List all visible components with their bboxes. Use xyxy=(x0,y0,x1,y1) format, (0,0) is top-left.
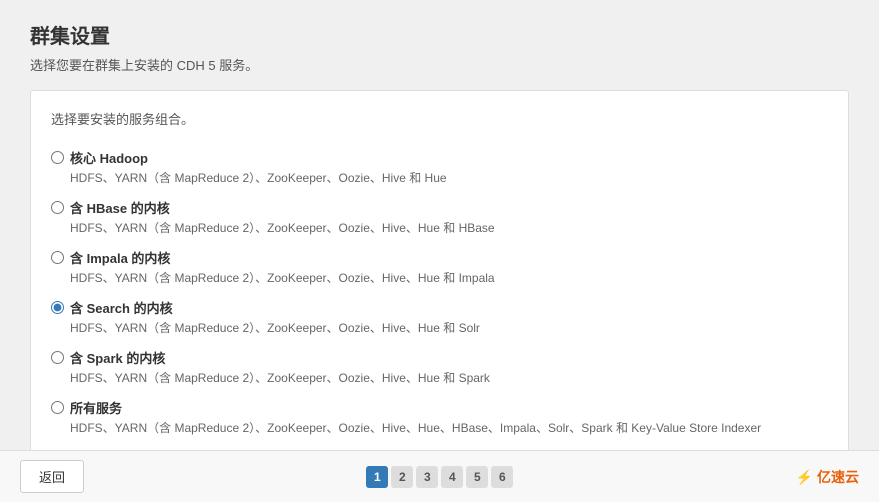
radio-item-all-services: 所有服务 HDFS、YARN（含 MapReduce 2）、ZooKeeper、O… xyxy=(51,392,828,442)
page-btn-3[interactable]: 3 xyxy=(416,466,438,488)
radio-item-spark-core: 含 Spark 的内核 HDFS、YARN（含 MapReduce 2）、ZooK… xyxy=(51,342,828,392)
radio-title-core-hadoop: 核心 Hadoop xyxy=(70,148,148,167)
radio-title-search-core: 含 Search 的内核 xyxy=(70,298,173,317)
radio-title-spark-core: 含 Spark 的内核 xyxy=(70,348,165,367)
radio-item-custom-services: 自定义服务选择您自己的服务。将自动包含所选服务需要的服务。只有在设置了初始群集之… xyxy=(51,442,828,450)
radio-desc-hbase-core: HDFS、YARN（含 MapReduce 2）、ZooKeeper、Oozie… xyxy=(70,219,828,236)
radio-desc-search-core: HDFS、YARN（含 MapReduce 2）、ZooKeeper、Oozie… xyxy=(70,319,828,336)
page-btn-2[interactable]: 2 xyxy=(391,466,413,488)
radio-item-hbase-core: 含 HBase 的内核 HDFS、YARN（含 MapReduce 2）、ZooK… xyxy=(51,192,828,242)
radio-label-row-hbase-core: 含 HBase 的内核 xyxy=(51,198,828,217)
page-subtitle: 选择您要在群集上安装的 CDH 5 服务。 xyxy=(30,55,849,74)
radio-label-row-impala-core: 含 Impala 的内核 xyxy=(51,248,828,267)
footer: 返回 123456 ⚡ 亿速云 xyxy=(0,450,879,502)
radio-label-row-all-services: 所有服务 xyxy=(51,398,828,417)
service-selection-card: 选择要安装的服务组合。 核心 Hadoop HDFS、YARN（含 MapRedu… xyxy=(30,90,849,450)
radio-item-search-core: 含 Search 的内核 HDFS、YARN（含 MapReduce 2）、Zoo… xyxy=(51,292,828,342)
radio-hbase-core[interactable] xyxy=(51,201,64,214)
lightning-icon: ⚡ xyxy=(796,469,813,485)
page-btn-5[interactable]: 5 xyxy=(466,466,488,488)
radio-item-impala-core: 含 Impala 的内核 HDFS、YARN（含 MapReduce 2）、Zoo… xyxy=(51,242,828,292)
radio-search-core[interactable] xyxy=(51,301,64,314)
radio-spark-core[interactable] xyxy=(51,351,64,364)
radio-core-hadoop[interactable] xyxy=(51,151,64,164)
pagination: 123456 xyxy=(366,466,513,488)
page-btn-6[interactable]: 6 xyxy=(491,466,513,488)
main-content: 群集设置 选择您要在群集上安装的 CDH 5 服务。 选择要安装的服务组合。 核… xyxy=(0,0,879,450)
brand-logo: ⚡ 亿速云 xyxy=(796,467,859,487)
radio-title-hbase-core: 含 HBase 的内核 xyxy=(70,198,170,217)
page-btn-1[interactable]: 1 xyxy=(366,466,388,488)
radio-label-row-core-hadoop: 核心 Hadoop xyxy=(51,148,828,167)
radio-desc-impala-core: HDFS、YARN（含 MapReduce 2）、ZooKeeper、Oozie… xyxy=(70,269,828,286)
brand-name: 亿速云 xyxy=(817,469,859,485)
page-title: 群集设置 xyxy=(30,20,849,49)
radio-desc-all-services: HDFS、YARN（含 MapReduce 2）、ZooKeeper、Oozie… xyxy=(70,419,828,436)
radio-all-services[interactable] xyxy=(51,401,64,414)
radio-desc-spark-core: HDFS、YARN（含 MapReduce 2）、ZooKeeper、Oozie… xyxy=(70,369,828,386)
radio-impala-core[interactable] xyxy=(51,251,64,264)
radio-desc-core-hadoop: HDFS、YARN（含 MapReduce 2）、ZooKeeper、Oozie… xyxy=(70,169,828,186)
radio-item-core-hadoop: 核心 Hadoop HDFS、YARN（含 MapReduce 2）、ZooKee… xyxy=(51,142,828,192)
radio-title-all-services: 所有服务 xyxy=(70,398,122,417)
page-btn-4[interactable]: 4 xyxy=(441,466,463,488)
radio-group: 核心 Hadoop HDFS、YARN（含 MapReduce 2）、ZooKee… xyxy=(51,142,828,450)
radio-label-row-search-core: 含 Search 的内核 xyxy=(51,298,828,317)
back-button[interactable]: 返回 xyxy=(20,460,84,493)
radio-label-row-spark-core: 含 Spark 的内核 xyxy=(51,348,828,367)
card-instruction: 选择要安装的服务组合。 xyxy=(51,109,828,128)
radio-title-impala-core: 含 Impala 的内核 xyxy=(70,248,170,267)
